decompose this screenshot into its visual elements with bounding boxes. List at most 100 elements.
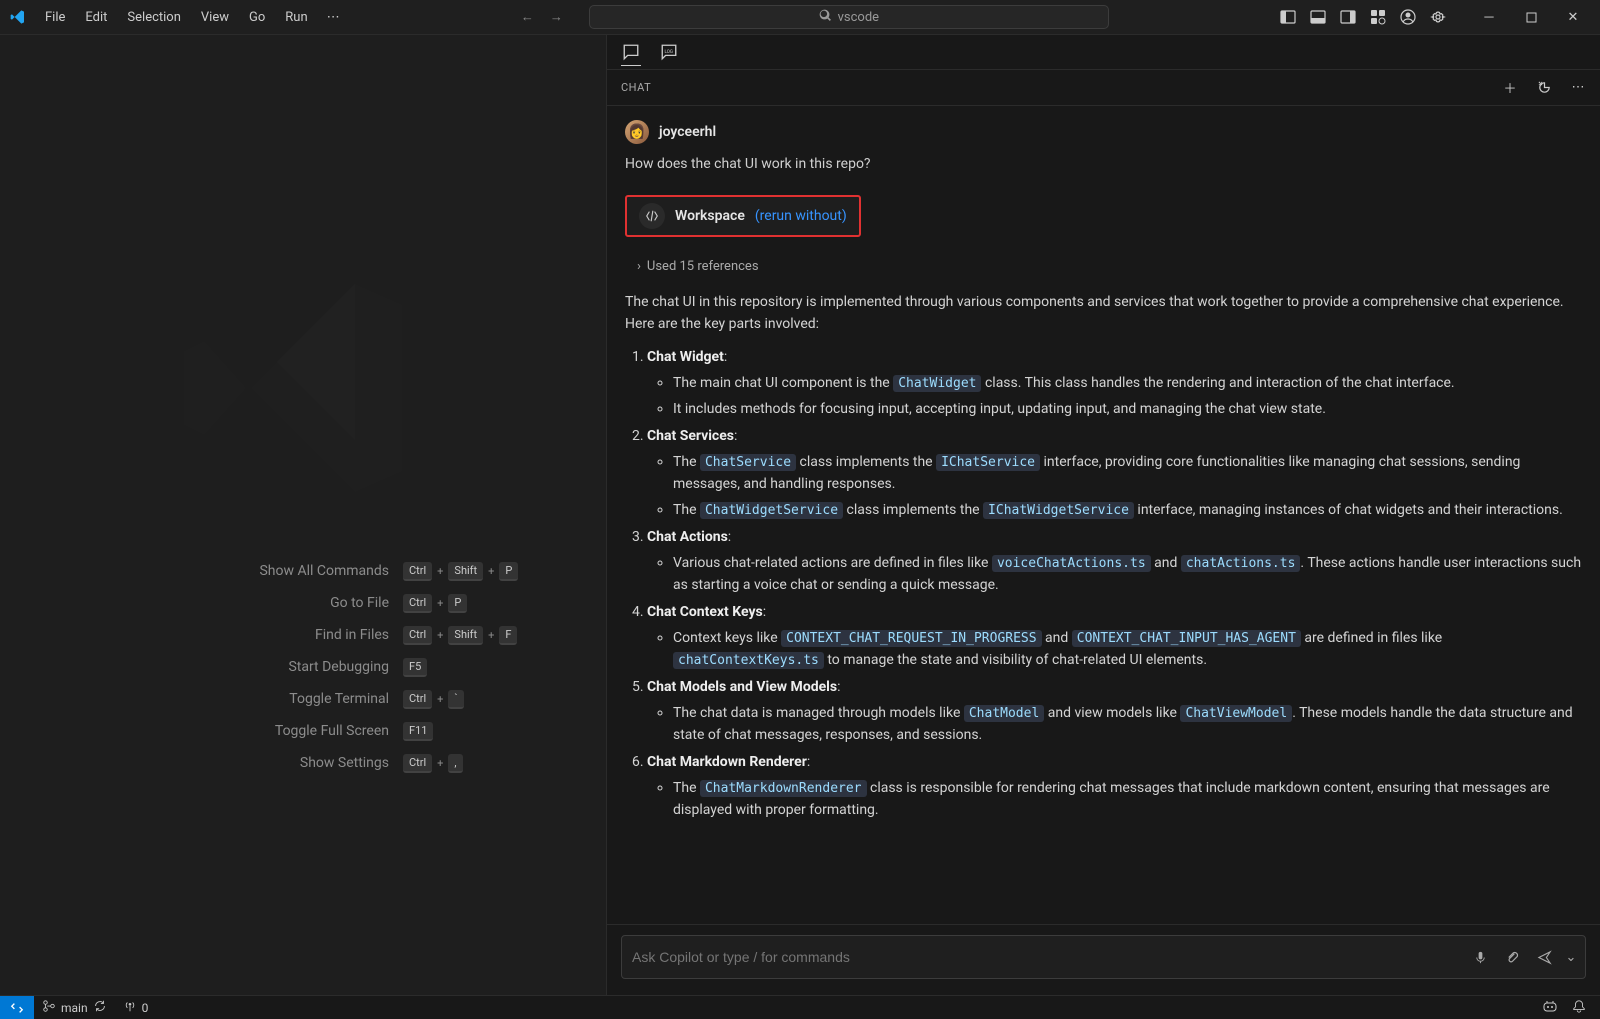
mic-icon[interactable] [1471, 948, 1489, 966]
window-maximize-icon[interactable] [1510, 0, 1552, 35]
shortcut-keys: F5 [403, 658, 513, 677]
shortcut-label: Show Settings [93, 755, 389, 771]
key: P [448, 594, 467, 613]
shortcut-row: Show All Commands Ctrl+Shift+P [93, 562, 513, 581]
remote-indicator[interactable] [0, 996, 34, 1019]
code-pill[interactable]: ChatModel [964, 705, 1044, 722]
code-pill[interactable]: CONTEXT_CHAT_INPUT_HAS_AGENT [1072, 630, 1301, 647]
editor-welcome: Show All Commands Ctrl+Shift+P Go to File C… [0, 35, 606, 995]
main-area: Show All Commands Ctrl+Shift+P Go to File C… [0, 35, 1600, 995]
copilot-status-icon[interactable] [1542, 998, 1558, 1017]
workspace-badge[interactable]: Workspace (rerun without) [625, 195, 861, 237]
shortcut-keys: Ctrl+Shift+P [403, 562, 513, 581]
ports-status[interactable]: 0 [115, 996, 157, 1019]
chat-body: 👩 joyceerhl How does the chat UI work in… [607, 106, 1600, 924]
rerun-without-link[interactable]: (rerun without) [755, 208, 847, 224]
code-pill[interactable]: chatContextKeys.ts [673, 652, 824, 669]
user-message: How does the chat UI work in this repo? [625, 154, 1582, 175]
shortcut-row: Find in FilesCtrl+Shift+F [93, 626, 513, 645]
response-intro: The chat UI in this repository is implem… [625, 292, 1582, 335]
key: F [499, 626, 517, 645]
bell-icon[interactable] [1572, 999, 1586, 1016]
shortcut-keys: Ctrl+Shift+F [403, 626, 513, 645]
key: F5 [403, 658, 427, 677]
key: Shift [448, 562, 483, 581]
key: Ctrl [403, 626, 432, 645]
window-close-icon[interactable]: ✕ [1552, 0, 1594, 35]
send-icon[interactable] [1535, 948, 1553, 966]
menu-file[interactable]: File [36, 4, 74, 31]
new-chat-icon[interactable]: ＋ [1502, 80, 1518, 96]
chat-input-box[interactable]: ⌄ [621, 935, 1586, 979]
branch-status[interactable]: main [34, 996, 115, 1019]
key: Ctrl [403, 562, 432, 581]
key: , [448, 754, 462, 773]
menu-bar: File Edit Selection View Go Run ⋯ [0, 4, 350, 31]
welcome-shortcuts: Show All Commands Ctrl+Shift+P Go to File C… [93, 562, 513, 773]
shortcut-row: Toggle Full Screen F11 [93, 722, 513, 741]
menu-run[interactable]: Run [276, 4, 316, 31]
chat-tab-icon[interactable] [621, 46, 641, 66]
code-pill[interactable]: ChatWidgetService [700, 502, 843, 519]
shortcut-label: Start Debugging [93, 659, 389, 675]
chat-more-icon[interactable]: ⋯ [1570, 80, 1586, 96]
menu-view[interactable]: View [192, 4, 238, 31]
account-icon[interactable] [1400, 9, 1416, 25]
shortcut-keys: F11 [403, 722, 513, 741]
shortcut-keys: Ctrl+, [403, 754, 513, 773]
chat-input[interactable] [632, 949, 1461, 965]
key: ` [448, 690, 463, 709]
chat-title: CHAT [621, 81, 651, 94]
code-pill[interactable]: chatActions.ts [1181, 555, 1301, 572]
code-pill[interactable]: IChatWidgetService [983, 502, 1134, 519]
shortcut-label: Toggle Terminal [93, 691, 389, 707]
username: joyceerhl [659, 124, 716, 140]
references-toggle[interactable]: › Used 15 references [637, 259, 1582, 274]
layout-sidebar-right-icon[interactable] [1340, 9, 1356, 25]
code-pill[interactable]: ChatWidget [893, 375, 981, 392]
settings-gear-icon[interactable] [1430, 9, 1446, 25]
shortcut-keys: Ctrl+` [403, 690, 513, 709]
sync-icon[interactable] [93, 999, 107, 1016]
code-pill[interactable]: voiceChatActions.ts [992, 555, 1151, 572]
layout-panel-icon[interactable] [1310, 9, 1326, 25]
statusbar: main 0 [0, 995, 1600, 1019]
window-minimize-icon[interactable]: ─ [1468, 0, 1510, 35]
chat-history-icon[interactable] [1536, 80, 1552, 96]
key: F11 [403, 722, 433, 741]
code-pill[interactable]: ChatMarkdownRenderer [700, 780, 867, 797]
workspace-label: Workspace [675, 208, 745, 224]
command-center[interactable]: vscode [589, 5, 1109, 29]
code-pill[interactable]: IChatService [936, 454, 1040, 471]
chevron-right-icon: › [637, 259, 641, 274]
layout-customize-icon[interactable] [1370, 9, 1386, 25]
chat-header: CHAT ＋ ⋯ [607, 70, 1600, 106]
code-pill[interactable]: ChatViewModel [1180, 705, 1292, 722]
shortcut-row: Toggle Terminal Ctrl+` [93, 690, 513, 709]
radio-tower-icon [123, 999, 137, 1016]
chat-input-area: ⌄ [607, 924, 1600, 995]
search-icon [819, 9, 832, 26]
svg-text:LOG: LOG [665, 49, 673, 55]
shortcut-label: Show All Commands [93, 563, 389, 579]
send-dropdown-icon[interactable]: ⌄ [1567, 948, 1575, 966]
menu-selection[interactable]: Selection [118, 4, 189, 31]
code-pill[interactable]: CONTEXT_CHAT_REQUEST_IN_PROGRESS [781, 630, 1041, 647]
layout-sidebar-left-icon[interactable] [1280, 9, 1296, 25]
nav-forward-icon[interactable]: → [550, 9, 563, 25]
branch-name: main [61, 1001, 88, 1015]
menu-edit[interactable]: Edit [76, 4, 116, 31]
chat-log-tab-icon[interactable]: LOG [659, 42, 679, 62]
menu-more-icon[interactable]: ⋯ [319, 6, 350, 29]
command-center-text: vscode [838, 10, 879, 25]
nav-back-icon[interactable]: ← [521, 9, 534, 25]
avatar: 👩 [625, 120, 649, 144]
key: Shift [448, 626, 483, 645]
code-pill[interactable]: ChatService [700, 454, 796, 471]
key: P [499, 562, 518, 581]
shortcut-label: Go to File [93, 595, 389, 611]
menu-go[interactable]: Go [240, 4, 274, 31]
shortcut-label: Toggle Full Screen [93, 723, 389, 739]
vscode-watermark-icon [173, 258, 433, 522]
attach-icon[interactable] [1503, 948, 1521, 966]
